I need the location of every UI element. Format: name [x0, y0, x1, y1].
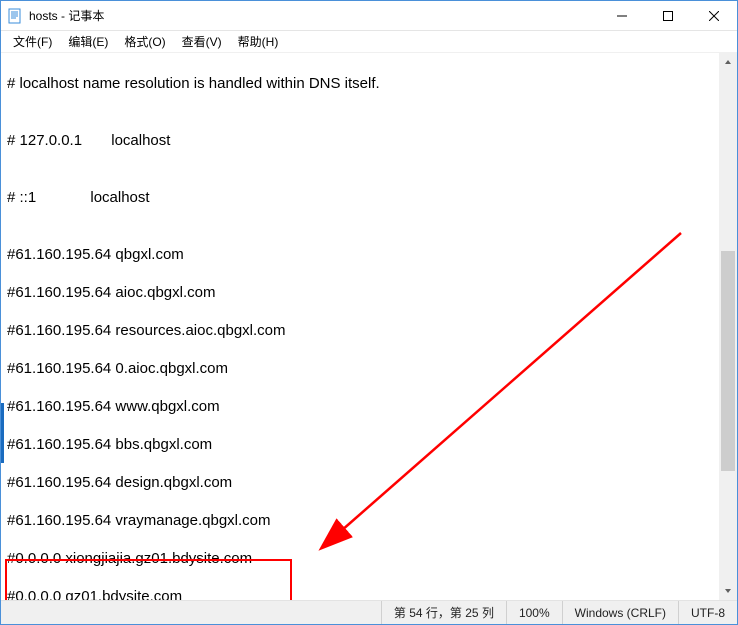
statusbar: 第 54 行，第 25 列 100% Windows (CRLF) UTF-8: [1, 600, 737, 624]
text-line: # ::1 localhost: [7, 188, 713, 207]
text-line: #61.160.195.64 0.aioc.qbgxl.com: [7, 359, 713, 378]
status-encoding: UTF-8: [678, 601, 737, 624]
minimize-button[interactable]: [599, 1, 645, 30]
menu-view[interactable]: 查看(V): [174, 31, 230, 52]
editor-wrap: # localhost name resolution is handled w…: [1, 53, 737, 600]
close-button[interactable]: [691, 1, 737, 30]
notepad-icon: [7, 8, 23, 24]
menubar: 文件(F) 编辑(E) 格式(O) 查看(V) 帮助(H): [1, 31, 737, 53]
menu-format[interactable]: 格式(O): [116, 31, 173, 52]
text-line: # 127.0.0.1 localhost: [7, 131, 713, 150]
scroll-thumb[interactable]: [721, 251, 735, 471]
window-title: hosts - 记事本: [29, 7, 599, 24]
vertical-scrollbar[interactable]: [719, 53, 737, 600]
scroll-up-button[interactable]: [719, 53, 737, 71]
notepad-window: hosts - 记事本 文件(F) 编辑(E) 格式(O) 查看(V) 帮助(H…: [0, 0, 738, 625]
titlebar: hosts - 记事本: [1, 1, 737, 31]
text-line: #0.0.0.0 gz01.bdysite.com: [7, 587, 713, 600]
menu-edit[interactable]: 编辑(E): [60, 31, 116, 52]
menu-file[interactable]: 文件(F): [5, 31, 60, 52]
status-zoom: 100%: [506, 601, 562, 624]
maximize-button[interactable]: [645, 1, 691, 30]
status-position: 第 54 行，第 25 列: [381, 601, 506, 624]
selection-indicator: [1, 403, 4, 463]
text-editor[interactable]: # localhost name resolution is handled w…: [1, 53, 719, 600]
text-line: #0.0.0.0 xiongjiajia.gz01.bdysite.com: [7, 549, 713, 568]
text-line: #61.160.195.64 design.qbgxl.com: [7, 473, 713, 492]
text-line: #61.160.195.64 www.qbgxl.com: [7, 397, 713, 416]
text-line: #61.160.195.64 aioc.qbgxl.com: [7, 283, 713, 302]
window-controls: [599, 1, 737, 30]
text-line: #61.160.195.64 qbgxl.com: [7, 245, 713, 264]
text-line: #61.160.195.64 vraymanage.qbgxl.com: [7, 511, 713, 530]
menu-help[interactable]: 帮助(H): [230, 31, 287, 52]
text-line: #61.160.195.64 bbs.qbgxl.com: [7, 435, 713, 454]
status-line-ending: Windows (CRLF): [562, 601, 678, 624]
scroll-down-button[interactable]: [719, 582, 737, 600]
scroll-track[interactable]: [719, 71, 737, 582]
text-line: # localhost name resolution is handled w…: [7, 74, 713, 93]
text-line: #61.160.195.64 resources.aioc.qbgxl.com: [7, 321, 713, 340]
